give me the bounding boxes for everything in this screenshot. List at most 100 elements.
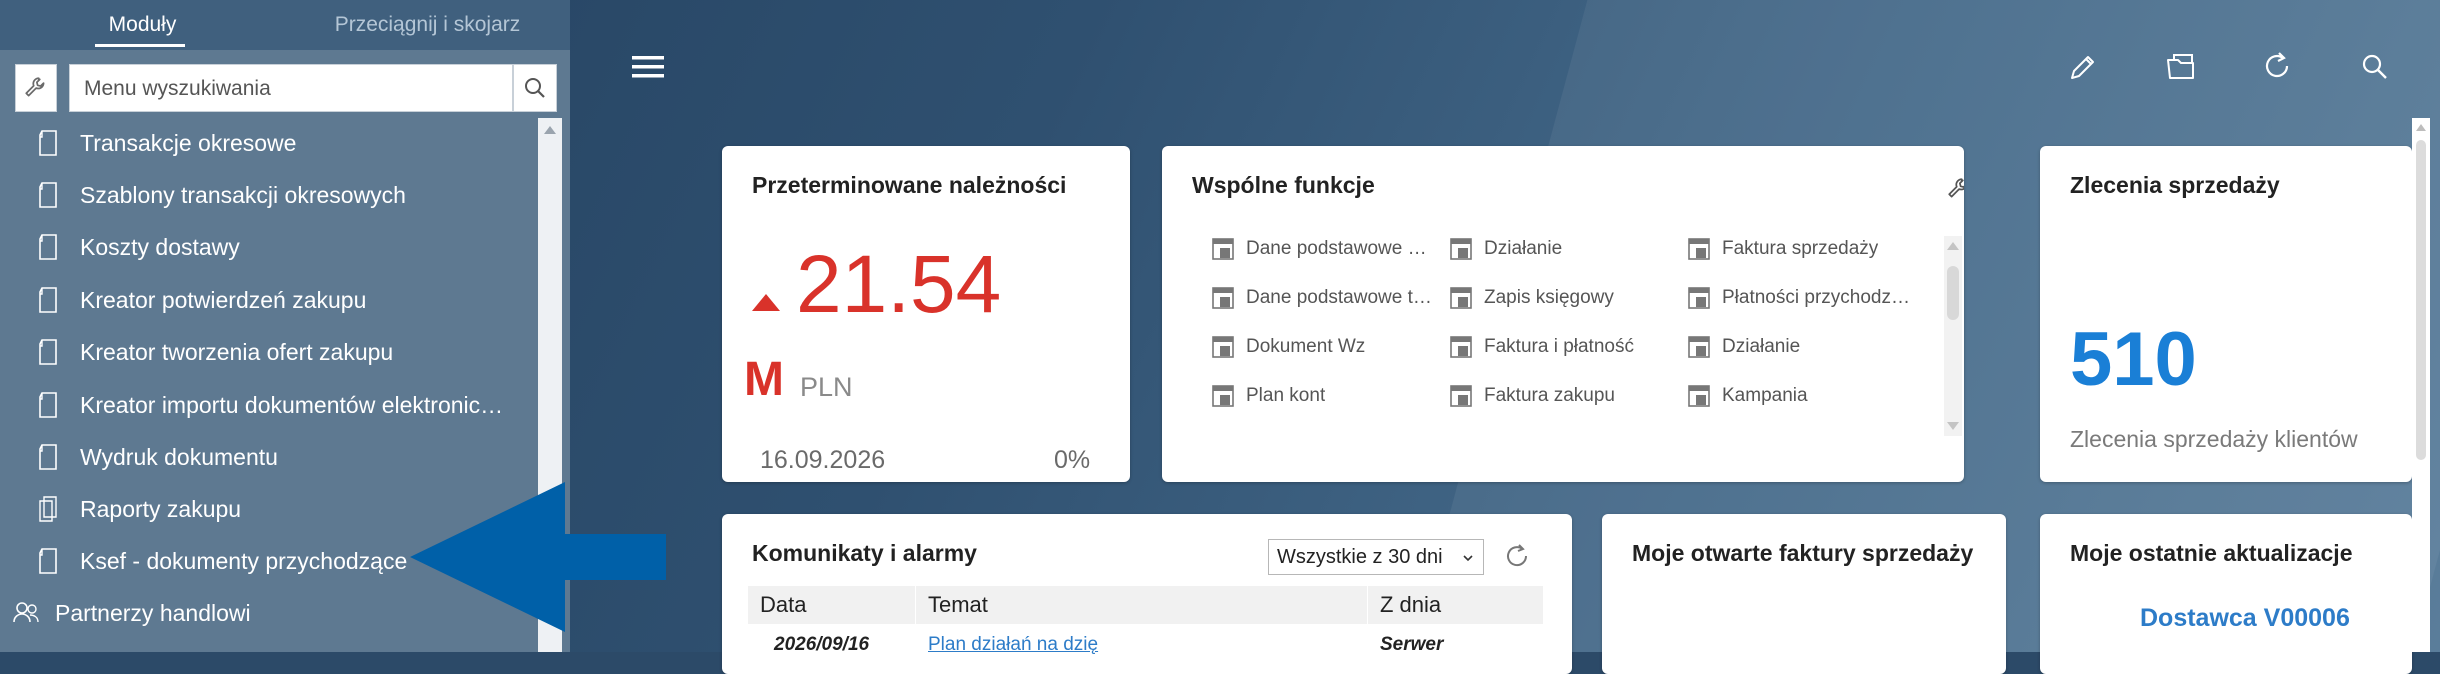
function-shortcut[interactable]: Faktura zakupu (1450, 385, 1615, 407)
scroll-down-arrow-icon[interactable] (1947, 422, 1959, 430)
menu-item-label: Koszty dostawy (80, 233, 240, 260)
menu-item-label: Transakcje okresowe (80, 129, 297, 156)
kpi-scale: M (744, 353, 784, 406)
panel-tabs: Moduły Przeciągnij i skojarz (0, 0, 570, 50)
wrench-icon[interactable] (1946, 176, 1964, 202)
menu-item-label: Kreator importu dokumentów elektronic… (80, 391, 504, 418)
wrench-icon (25, 77, 45, 97)
card-title: Moje otwarte faktury sprzedaży (1632, 540, 1974, 566)
edit-pencil-icon[interactable] (2066, 50, 2100, 84)
card-latest-updates[interactable]: Moje ostatnie aktualizacje Dostawca V000… (2040, 514, 2412, 674)
open-folder-icon[interactable] (2164, 50, 2198, 84)
hamburger-menu-icon[interactable] (632, 54, 664, 80)
document-icon (39, 548, 57, 574)
form-shortcut-icon (1212, 287, 1234, 309)
menu-item-label: Wydruk dokumentu (80, 443, 278, 470)
menu-search-input[interactable] (82, 65, 496, 113)
menu-item-kreator-importu[interactable]: Kreator importu dokumentów elektronic… (0, 380, 540, 430)
scroll-up-arrow-icon[interactable] (544, 126, 556, 134)
tab-drag-and-relate[interactable]: Przeciągnij i skojarz (285, 0, 570, 50)
form-shortcut-icon (1450, 385, 1472, 407)
reports-folder-icon (39, 496, 57, 522)
menu-item-kreator-potwierdzen[interactable]: Kreator potwierdzeń zakupu (0, 275, 540, 325)
scroll-up-arrow-icon[interactable] (2416, 124, 2426, 131)
function-shortcut[interactable]: Faktura sprzedaży (1688, 238, 1878, 260)
functions-scrollbar[interactable] (1944, 236, 1962, 436)
scroll-up-arrow-icon[interactable] (1947, 242, 1959, 250)
column-header-subject[interactable]: Temat (916, 586, 1368, 624)
function-shortcut[interactable]: Dokument Wz (1212, 336, 1365, 358)
card-title: Moje ostatnie aktualizacje (2070, 540, 2353, 566)
function-shortcut[interactable]: Kampania (1688, 385, 1808, 407)
document-icon (39, 287, 57, 313)
cell-from: Serwer (1380, 634, 1444, 655)
menu-search-button[interactable] (513, 64, 557, 112)
cell-date: 2026/09/16 (774, 634, 870, 655)
tab-active-underline (95, 44, 185, 47)
form-shortcut-icon (1450, 336, 1472, 358)
document-icon (39, 339, 57, 365)
refresh-icon[interactable] (1502, 542, 1532, 572)
menu-item-label: Kreator potwierdzeń zakupu (80, 286, 367, 313)
period-filter-value: Wszystkie z 30 dni (1277, 546, 1443, 568)
card-title: Przeterminowane należności (752, 172, 1067, 198)
card-title: Zlecenia sprzedaży (2070, 172, 2280, 198)
search-settings-button[interactable] (15, 64, 57, 112)
alerts-table-header: Data Temat Z dnia (748, 586, 1544, 624)
chevron-down-icon (1463, 555, 1473, 562)
document-icon (39, 182, 57, 208)
form-shortcut-icon (1450, 287, 1472, 309)
kpi-subtitle: Zlecenia sprzedaży klientów (2070, 426, 2358, 452)
card-sales-orders[interactable]: Zlecenia sprzedaży 510 Zlecenia sprzedaż… (2040, 146, 2412, 482)
search-icon (525, 78, 545, 98)
card-common-functions: Wspólne funkcje Dane podstawowe … Działa… (1162, 146, 1964, 482)
refresh-icon[interactable] (2260, 50, 2294, 84)
menu-item-label: Kreator tworzenia ofert zakupu (80, 338, 394, 365)
form-shortcut-icon (1212, 385, 1234, 407)
search-icon[interactable] (2358, 50, 2392, 84)
menu-item-transakcje-okresowe[interactable]: Transakcje okresowe (0, 118, 540, 168)
table-row[interactable]: 2026/09/16 Plan działań na dzię Serwer (748, 630, 1544, 660)
function-shortcut[interactable]: Dane podstawowe … (1212, 238, 1427, 260)
function-shortcut[interactable]: Działanie (1450, 238, 1562, 260)
tab-modules[interactable]: Moduły (0, 0, 285, 50)
menu-item-label: Raporty zakupu (80, 495, 242, 522)
column-header-date[interactable]: Data (748, 586, 916, 624)
kpi-value: 510 (2070, 317, 2197, 402)
card-messages-alerts: Komunikaty i alarmy Wszystkie z 30 dni D… (722, 514, 1572, 674)
function-shortcut[interactable]: Płatności przychodz… (1688, 287, 1910, 309)
kpi-date: 16.09.2026 (760, 446, 886, 474)
document-icon (39, 130, 57, 156)
pointer-arrow-annotation (410, 482, 666, 632)
scroll-thumb[interactable] (2416, 140, 2426, 460)
column-header-from[interactable]: Z dnia (1368, 586, 1544, 624)
kpi-value: 21.54 (796, 239, 1002, 330)
menu-item-koszty-dostawy[interactable]: Koszty dostawy (0, 222, 540, 272)
menu-item-label: Ksef - dokumenty przychodzące (80, 547, 408, 574)
menu-search-box (69, 64, 513, 113)
scroll-thumb[interactable] (1947, 266, 1959, 320)
function-shortcut[interactable]: Dane podstawowe t… (1212, 287, 1432, 309)
partners-icon (13, 602, 39, 623)
menu-item-szablony-transakcji[interactable]: Szablony transakcji okresowych (0, 170, 540, 220)
kpi-percent: 0% (1054, 446, 1091, 474)
card-open-sales-invoices[interactable]: Moje otwarte faktury sprzedaży (1602, 514, 2006, 674)
menu-item-kreator-ofert[interactable]: Kreator tworzenia ofert zakupu (0, 327, 540, 377)
kpi-unit: PLN (800, 372, 853, 402)
card-title: Komunikaty i alarmy (752, 540, 977, 566)
menu-item-wydruk-dokumentu[interactable]: Wydruk dokumentu (0, 432, 540, 482)
latest-update-link[interactable]: Dostawca V00006 (2140, 604, 2350, 633)
function-shortcut[interactable]: Faktura i płatność (1450, 336, 1634, 358)
document-icon (39, 392, 57, 418)
function-shortcut[interactable]: Działanie (1688, 336, 1800, 358)
dashboard-scrollbar[interactable] (2412, 118, 2430, 652)
period-filter-select[interactable]: Wszystkie z 30 dni (1268, 539, 1484, 575)
cell-subject-link[interactable]: Plan działań na dzię (916, 634, 1098, 656)
form-shortcut-icon (1688, 287, 1710, 309)
function-shortcut[interactable]: Zapis księgowy (1450, 287, 1614, 309)
menu-item-label: Partnerzy handlowi (55, 599, 251, 626)
function-shortcut[interactable]: Plan kont (1212, 385, 1325, 407)
document-icon (39, 234, 57, 260)
form-shortcut-icon (1450, 238, 1472, 260)
form-shortcut-icon (1212, 238, 1234, 260)
